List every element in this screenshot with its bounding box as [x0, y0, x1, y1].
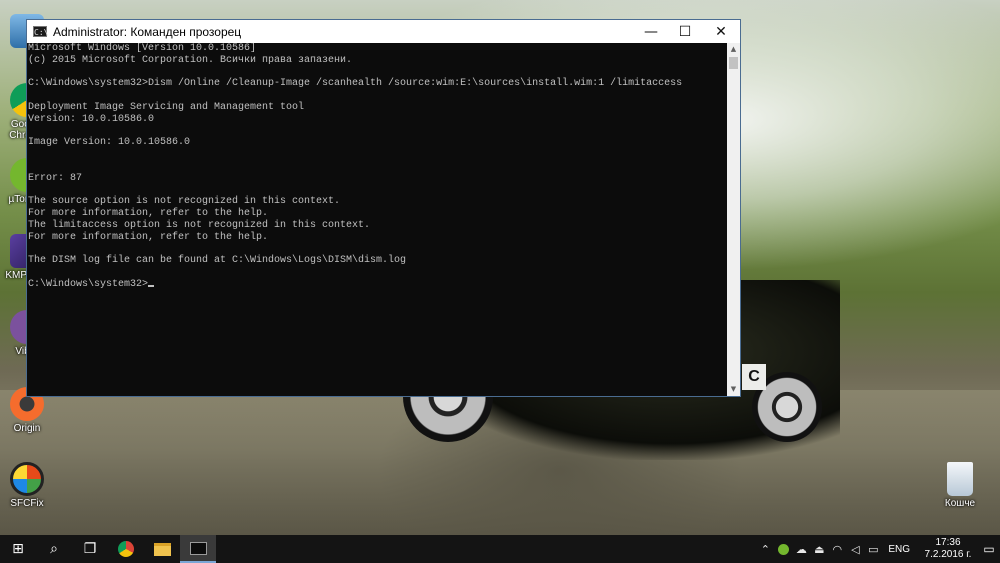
taskbar: ⊞ ⌕ ❐ ⌃ ☁ ⏏ ◠ ◁ ▭ ENG 17:36 7.2.2016 г. … — [0, 535, 1000, 563]
console-line: For more information, refer to the help. — [28, 231, 269, 243]
clock-time: 17:36 — [935, 537, 961, 548]
console-line: The DISM log file can be found at C:\Win… — [28, 255, 407, 267]
scroll-down-arrow-icon[interactable]: ▼ — [727, 383, 740, 396]
command-prompt-window[interactable]: C:\ Administrator: Команден прозорец — ☐… — [26, 19, 741, 397]
clock[interactable]: 17:36 7.2.2016 г. — [918, 537, 978, 561]
scroll-up-arrow-icon[interactable]: ▲ — [727, 43, 740, 56]
system-tray: ⌃ ☁ ⏏ ◠ ◁ ▭ ENG 17:36 7.2.2016 г. ▭ — [756, 535, 1000, 563]
maximize-button[interactable]: ☐ — [668, 20, 702, 43]
sfcfix-icon — [10, 462, 44, 496]
vertical-scrollbar[interactable]: ▲ ▼ — [727, 43, 740, 396]
console-line: Error: 87 — [28, 172, 83, 184]
wifi-icon[interactable]: ◠ — [828, 535, 846, 563]
utorrent-tray-icon[interactable] — [774, 535, 792, 563]
cmd-taskbar-button[interactable] — [180, 535, 216, 563]
console-prompt-line[interactable]: C:\Windows\system32> — [28, 279, 727, 291]
file-explorer-taskbar-button[interactable] — [144, 535, 180, 563]
console-line: Deployment Image Servicing and Managemen… — [28, 101, 305, 113]
console-line: Version: 10.0.10586.0 — [28, 113, 155, 125]
task-view-button[interactable]: ❐ — [72, 535, 108, 563]
search-button[interactable]: ⌕ — [36, 535, 72, 563]
window-title: Administrator: Команден прозорец — [53, 24, 242, 39]
folder-icon — [153, 542, 171, 556]
desktop-icon-sfcfix[interactable]: SFCFix — [0, 462, 54, 509]
console-line: The source option is not recognized in t… — [28, 196, 341, 208]
chrome-taskbar-button[interactable] — [108, 535, 144, 563]
close-button[interactable]: ✕ — [702, 20, 740, 43]
desktop-icon-recycle-bin[interactable]: Кошче — [933, 462, 987, 509]
usb-icon[interactable]: ⏏ — [810, 535, 828, 563]
console-line: (c) 2015 Microsoft Corporation. Всички п… — [28, 54, 353, 66]
cmd-icon: C:\ — [33, 26, 49, 37]
console-output[interactable]: Microsoft Windows [Version 10.0.10586] (… — [27, 43, 727, 396]
chrome-icon — [118, 541, 134, 557]
text-cursor — [148, 284, 155, 287]
volume-icon[interactable]: ◁ — [846, 535, 864, 563]
console-line: Image Version: 10.0.10586.0 — [28, 137, 191, 149]
clock-date: 7.2.2016 г. — [924, 549, 972, 560]
console-line: For more information, refer to the help. — [28, 208, 269, 220]
window-titlebar[interactable]: C:\ Administrator: Команден прозорец — ☐… — [27, 20, 740, 43]
chevron-up-icon[interactable]: ⌃ — [756, 535, 774, 563]
console-line: Microsoft Windows [Version 10.0.10586] — [28, 43, 257, 54]
cmd-icon — [189, 541, 207, 555]
console-prompt: C:\Windows\system32> — [28, 278, 149, 290]
wallpaper-plate: C — [742, 364, 766, 390]
action-center-icon[interactable]: ▭ — [978, 542, 1000, 556]
console-line: C:\Windows\system32>Dism /Online /Cleanu… — [28, 78, 683, 90]
recycle-bin-icon — [947, 462, 973, 496]
start-button[interactable]: ⊞ — [0, 535, 36, 563]
onedrive-icon[interactable]: ☁ — [792, 535, 810, 563]
minimize-button[interactable]: — — [634, 20, 668, 43]
keyboard-icon[interactable]: ▭ — [864, 535, 882, 563]
console-line: The limitaccess option is not recognized… — [28, 219, 371, 231]
scrollbar-thumb[interactable] — [729, 57, 738, 69]
language-indicator[interactable]: ENG — [882, 544, 918, 555]
